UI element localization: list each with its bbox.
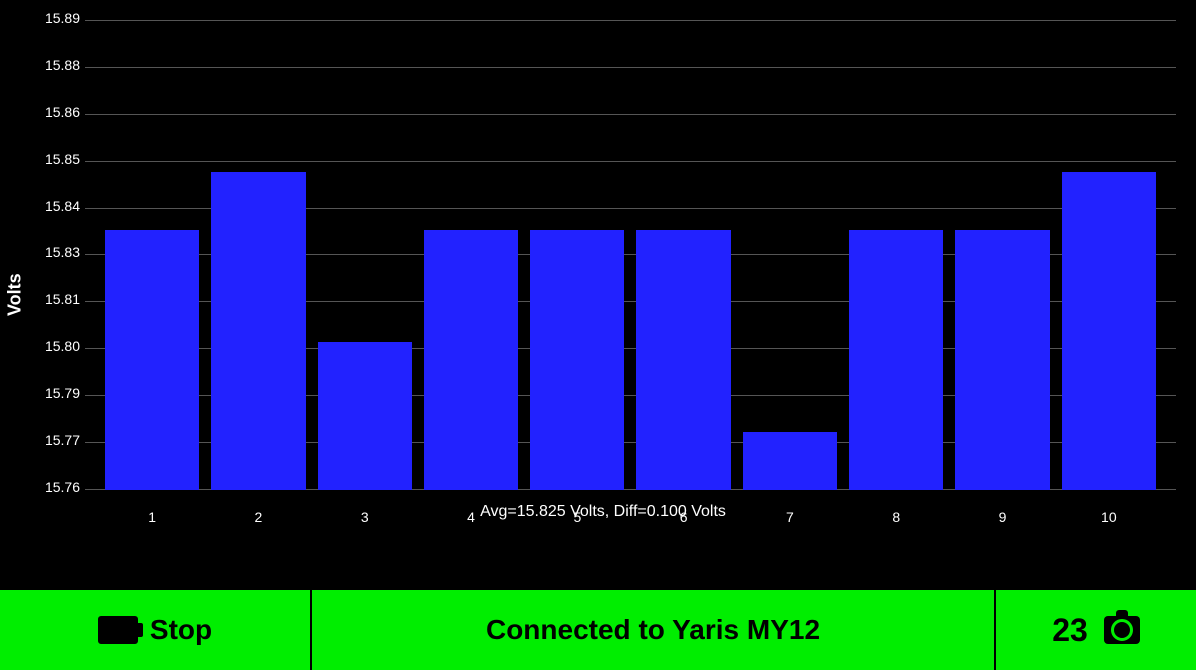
bar-wrapper xyxy=(743,20,837,490)
camera-icon[interactable] xyxy=(1104,616,1140,644)
count-display: 23 xyxy=(1052,612,1088,649)
bars-container xyxy=(85,20,1176,490)
bar-wrapper xyxy=(211,20,305,490)
bar xyxy=(424,230,518,490)
y-axis-label: Volts xyxy=(0,0,30,590)
y-tick-label: 15.77 xyxy=(30,432,80,448)
y-tick-label: 15.81 xyxy=(30,291,80,307)
y-tick-label: 15.84 xyxy=(30,198,80,214)
y-tick-label: 15.83 xyxy=(30,244,80,260)
x-axis-label: 9 xyxy=(955,509,1049,525)
x-axis-label: 1 xyxy=(105,509,199,525)
bottom-bar: Stop Connected to Yaris MY12 23 xyxy=(0,590,1196,670)
bar-wrapper xyxy=(1062,20,1156,490)
bar xyxy=(211,172,305,490)
x-labels: 123456789 10 xyxy=(85,509,1176,525)
bar-wrapper xyxy=(955,20,1049,490)
x-axis-label: 7 xyxy=(743,509,837,525)
x-axis-label: 8 xyxy=(849,509,943,525)
x-axis-label: 6 xyxy=(636,509,730,525)
y-tick-label: 15.89 xyxy=(30,10,80,26)
battery-icon xyxy=(98,616,138,644)
bar xyxy=(636,230,730,490)
bar-wrapper xyxy=(318,20,412,490)
grid-and-bars: 15.8915.8815.8615.8515.8415.8315.8115.80… xyxy=(30,20,1176,490)
connected-label: Connected to Yaris MY12 xyxy=(486,614,820,646)
bar xyxy=(849,230,943,490)
bar-wrapper xyxy=(424,20,518,490)
y-tick-label: 15.76 xyxy=(30,479,80,495)
chart-inner: 15.89 15.88 15.86 15.85 15.84 15.83 15.81 15.80… xyxy=(30,0,1196,590)
x-axis-label: 2 xyxy=(211,509,305,525)
y-tick-label: 15.86 xyxy=(30,104,80,120)
bar xyxy=(743,432,837,490)
bar xyxy=(530,230,624,490)
bar xyxy=(105,230,199,490)
bar-wrapper xyxy=(530,20,624,490)
bottom-left: Stop xyxy=(0,590,312,670)
stop-button[interactable]: Stop xyxy=(150,614,212,646)
bottom-center: Connected to Yaris MY12 xyxy=(312,590,996,670)
bar-wrapper xyxy=(636,20,730,490)
x-axis-label: 3 xyxy=(318,509,412,525)
x-axis-label: 4 xyxy=(424,509,518,525)
x-axis-label: 10 xyxy=(1062,509,1156,525)
bar xyxy=(318,342,412,490)
chart-area: Volts 15.8915.8815.8615.8515.8415.8315.8… xyxy=(0,0,1196,590)
bar xyxy=(955,230,1049,490)
y-tick-label: 15.88 xyxy=(30,57,80,73)
y-tick-label: 15.85 xyxy=(30,151,80,167)
y-tick-label: 15.79 xyxy=(30,385,80,401)
camera-notch xyxy=(1116,610,1128,616)
y-tick-label: 15.80 xyxy=(30,338,80,354)
bottom-right: 23 xyxy=(996,590,1196,670)
x-axis-label: 5 xyxy=(530,509,624,525)
bar-wrapper xyxy=(849,20,943,490)
bar-wrapper xyxy=(105,20,199,490)
bar xyxy=(1062,172,1156,490)
